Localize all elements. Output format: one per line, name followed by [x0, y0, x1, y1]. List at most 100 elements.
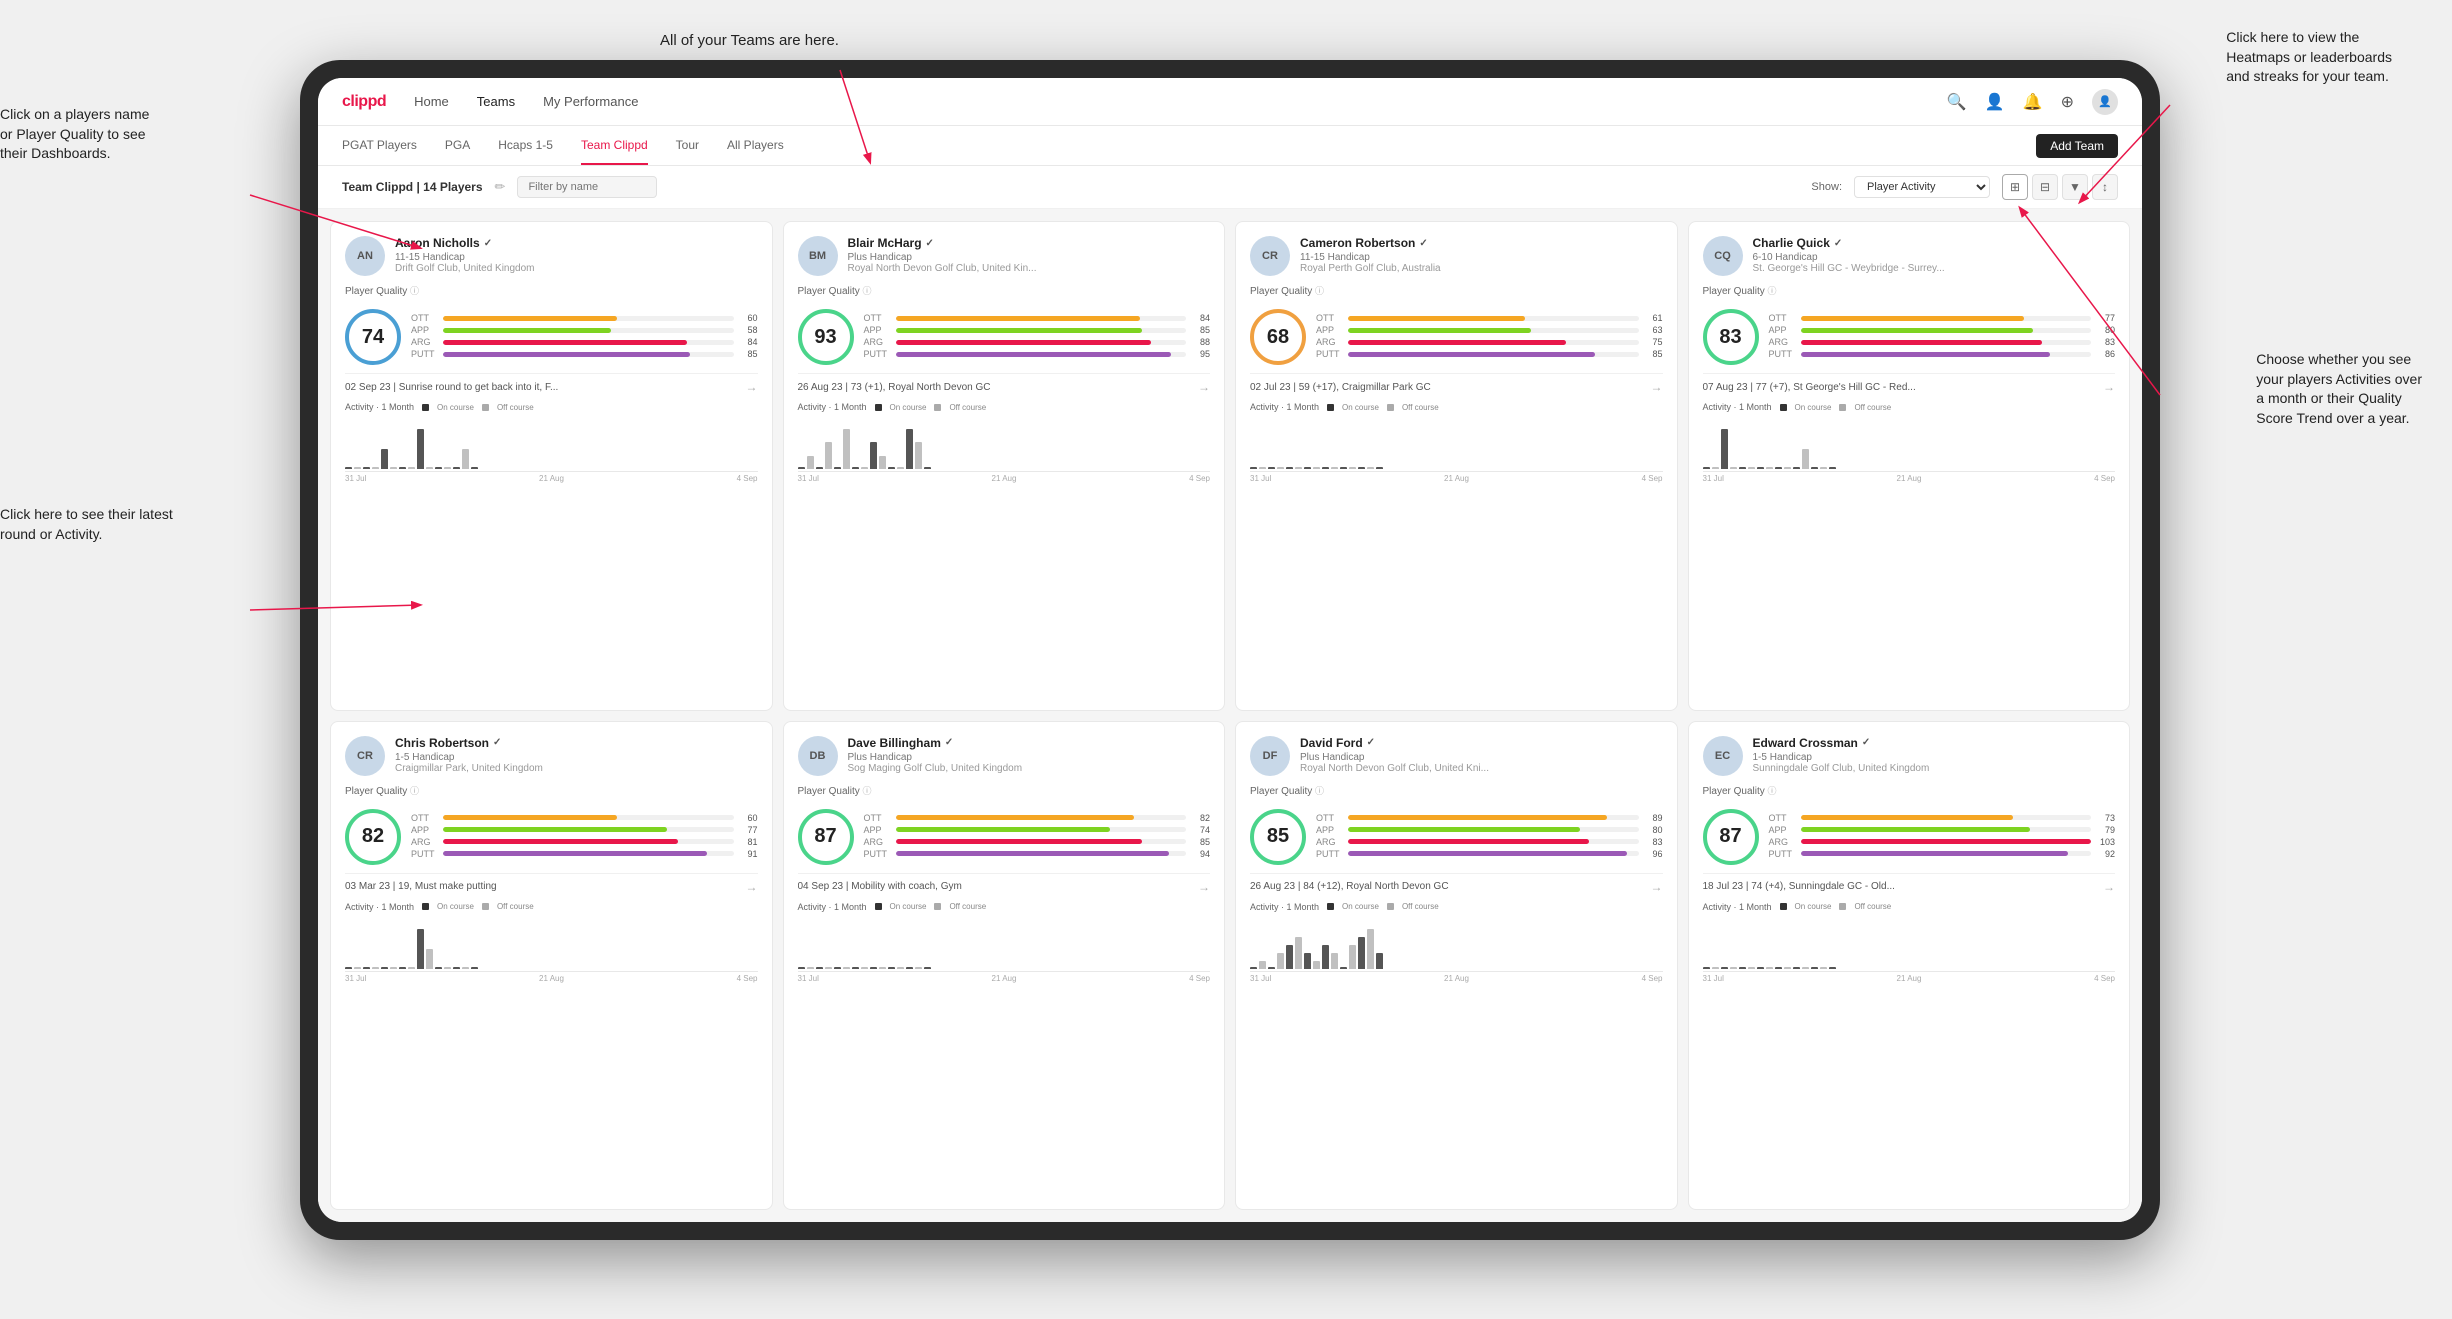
player-name[interactable]: Aaron Nicholls ✓ [395, 236, 758, 250]
player-card-7[interactable]: EC Edward Crossman ✓ 1-5 Handicap Sunnin… [1688, 721, 2131, 1211]
quality-circle[interactable]: 82 [345, 809, 401, 865]
player-card-5[interactable]: DB Dave Billingham ✓ Plus Handicap Sog M… [783, 721, 1226, 1211]
player-card-2[interactable]: CR Cameron Robertson ✓ 11-15 Handicap Ro… [1235, 221, 1678, 711]
quality-circle[interactable]: 87 [1703, 809, 1759, 865]
last-round[interactable]: 02 Sep 23 | Sunrise round to get back in… [345, 373, 758, 394]
activity-section: Activity · 1 Month On course Off course … [1703, 402, 2116, 483]
chart-bar-10 [435, 467, 442, 469]
activity-title: Activity · 1 Month [345, 402, 414, 412]
list-view-button[interactable]: ⊟ [2032, 174, 2058, 200]
quality-section[interactable]: 85 OTT 89 APP 80 ARG 83 PUTT [1250, 809, 1663, 865]
bell-icon[interactable]: 🔔 [2023, 92, 2043, 112]
stats-list: OTT 73 APP 79 ARG 103 PUTT [1769, 813, 2116, 861]
chart-bar-10 [1793, 467, 1800, 469]
user-icon[interactable]: 👤 [1985, 92, 2005, 112]
quality-section[interactable]: 68 OTT 61 APP 63 ARG 75 PUTT [1250, 309, 1663, 365]
player-name[interactable]: Edward Crossman ✓ [1753, 736, 2116, 750]
player-card-1[interactable]: BM Blair McHarg ✓ Plus Handicap Royal No… [783, 221, 1226, 711]
player-info: Edward Crossman ✓ 1-5 Handicap Sunningda… [1753, 736, 2116, 774]
chart-bar-3 [372, 467, 379, 469]
quality-section[interactable]: 82 OTT 60 APP 77 ARG 81 PUTT [345, 809, 758, 865]
navbar: clippd Home Teams My Performance 🔍 👤 🔔 ⊕… [318, 78, 2142, 126]
player-card-4[interactable]: CR Chris Robertson ✓ 1-5 Handicap Craigm… [330, 721, 773, 1211]
quality-section[interactable]: 74 OTT 60 APP 58 ARG 84 PUTT [345, 309, 758, 365]
quality-section[interactable]: 87 OTT 73 APP 79 ARG 103 PUTT [1703, 809, 2116, 865]
player-name[interactable]: Charlie Quick ✓ [1753, 236, 2116, 250]
player-card-6[interactable]: DF David Ford ✓ Plus Handicap Royal Nort… [1235, 721, 1678, 1211]
chart-labels: 31 Jul21 Aug4 Sep [1703, 474, 2116, 483]
player-name[interactable]: Dave Billingham ✓ [848, 736, 1211, 750]
subnav-all-players[interactable]: All Players [727, 126, 784, 165]
add-team-button[interactable]: Add Team [2036, 134, 2118, 158]
last-round[interactable]: 26 Aug 23 | 73 (+1), Royal North Devon G… [798, 373, 1211, 394]
quality-circle[interactable]: 85 [1250, 809, 1306, 865]
filter-button[interactable]: ▼ [2062, 174, 2088, 200]
last-round[interactable]: 18 Jul 23 | 74 (+4), Sunningdale GC - Ol… [1703, 873, 2116, 894]
player-info: David Ford ✓ Plus Handicap Royal North D… [1300, 736, 1663, 774]
chart-bar-11 [897, 467, 904, 469]
activity-section: Activity · 1 Month On course Off course … [1703, 902, 2116, 983]
quality-section[interactable]: 93 OTT 84 APP 85 ARG 88 PUTT [798, 309, 1211, 365]
chart-bar-0 [1703, 967, 1710, 969]
stat-label-arg: ARG [411, 337, 439, 347]
chart-bar-3 [825, 442, 832, 469]
nav-icons: 🔍 👤 🔔 ⊕ 👤 [1947, 89, 2118, 115]
last-round[interactable]: 04 Sep 23 | Mobility with coach, Gym → [798, 873, 1211, 894]
quality-circle[interactable]: 68 [1250, 309, 1306, 365]
nav-home[interactable]: Home [414, 94, 449, 109]
show-select[interactable]: Player Activity Quality Score Trend [1854, 176, 1990, 198]
chart-bar-13 [462, 967, 469, 969]
subnav-hcaps[interactable]: Hcaps 1-5 [498, 126, 553, 165]
player-name[interactable]: Cameron Robertson ✓ [1300, 236, 1663, 250]
chart-bar-5 [1748, 967, 1755, 969]
chart-labels: 31 Jul21 Aug4 Sep [345, 474, 758, 483]
chart-bar-3 [825, 967, 832, 969]
chart-bar-2 [1721, 429, 1728, 469]
player-club: Craigmillar Park, United Kingdom [395, 763, 758, 774]
stat-bar-bg-putt [443, 352, 734, 357]
legend-on-dot [1780, 404, 1787, 411]
stat-bar-bg-putt [1348, 352, 1639, 357]
plus-circle-icon[interactable]: ⊕ [2061, 92, 2074, 112]
nav-performance[interactable]: My Performance [543, 94, 638, 109]
chart-bar-8 [1322, 945, 1329, 969]
player-card-3[interactable]: CQ Charlie Quick ✓ 6-10 Handicap St. Geo… [1688, 221, 2131, 711]
quality-circle[interactable]: 74 [345, 309, 401, 365]
stat-bar-ott [1348, 316, 1525, 321]
last-round[interactable]: 26 Aug 23 | 84 (+12), Royal North Devon … [1250, 873, 1663, 894]
subnav-team-clippd[interactable]: Team Clippd [581, 126, 648, 165]
last-round[interactable]: 07 Aug 23 | 77 (+7), St George's Hill GC… [1703, 373, 2116, 394]
chart-bar-3 [1277, 953, 1284, 969]
quality-section[interactable]: 83 OTT 77 APP 80 ARG 83 PUTT [1703, 309, 2116, 365]
stat-bar-ott [443, 316, 617, 321]
chart-bar-7 [1766, 967, 1773, 969]
legend-off-dot [934, 404, 941, 411]
player-name[interactable]: Blair McHarg ✓ [848, 236, 1211, 250]
grid-view-button[interactable]: ⊞ [2002, 174, 2028, 200]
subnav-pga[interactable]: PGA [445, 126, 470, 165]
stat-value-ott: 89 [1643, 813, 1663, 823]
subnav-tour[interactable]: Tour [676, 126, 699, 165]
avatar[interactable]: 👤 [2092, 89, 2118, 115]
stat-row-ott: OTT 82 [864, 813, 1211, 823]
edit-icon[interactable]: ✏ [495, 179, 506, 195]
quality-circle[interactable]: 83 [1703, 309, 1759, 365]
last-round[interactable]: 03 Mar 23 | 19, Must make putting → [345, 873, 758, 894]
player-card-0[interactable]: AN Aaron Nicholls ✓ 11-15 Handicap Drift… [330, 221, 773, 711]
search-icon[interactable]: 🔍 [1947, 92, 1967, 112]
subnav-pgat[interactable]: PGAT Players [342, 126, 417, 165]
search-input[interactable] [517, 176, 657, 198]
chart-bar-7 [1313, 961, 1320, 969]
player-name[interactable]: Chris Robertson ✓ [395, 736, 758, 750]
last-round[interactable]: 02 Jul 23 | 59 (+17), Craigmillar Park G… [1250, 373, 1663, 394]
quality-label: Player Quality ⓘ [798, 284, 1211, 297]
nav-teams[interactable]: Teams [477, 94, 515, 109]
legend-off-label: Off course [1402, 902, 1439, 911]
quality-section[interactable]: 87 OTT 82 APP 74 ARG 85 PUTT [798, 809, 1211, 865]
sort-button[interactable]: ↕ [2092, 174, 2118, 200]
quality-circle[interactable]: 87 [798, 809, 854, 865]
chart-bar-6 [1304, 467, 1311, 469]
player-name[interactable]: David Ford ✓ [1300, 736, 1663, 750]
quality-circle[interactable]: 93 [798, 309, 854, 365]
chart-date-label: 4 Sep [2094, 974, 2115, 983]
